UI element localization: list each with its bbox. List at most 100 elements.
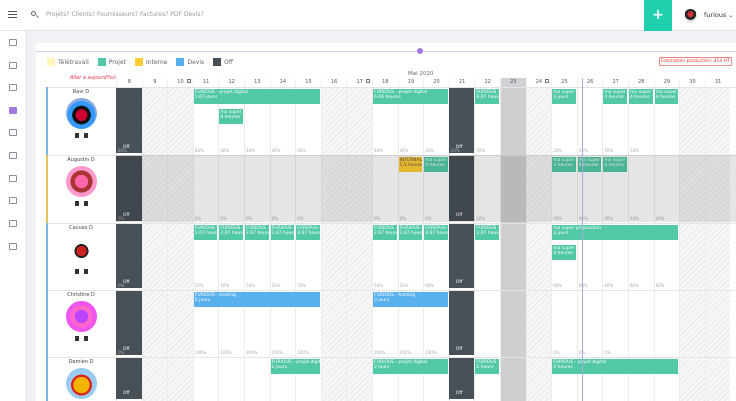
- day-cell[interactable]: [525, 88, 552, 155]
- pin-icon[interactable]: [9, 152, 17, 159]
- off-block[interactable]: Off: [116, 224, 142, 288]
- avatar[interactable]: [66, 368, 97, 399]
- day-cell[interactable]: [320, 88, 347, 155]
- week-icon[interactable]: [186, 79, 191, 83]
- day-cell[interactable]: [500, 358, 526, 401]
- planning-event[interactable]: FURIOUS - projet digital 2 jours: [270, 359, 320, 374]
- planning-event[interactable]: FURIOUS - hosting 5 jours: [193, 292, 320, 307]
- day-cell[interactable]: [704, 358, 731, 401]
- off-block[interactable]: Off: [116, 88, 142, 153]
- planning-event[interactable]: FURIOUS - projet digital 6.66 heures: [373, 89, 448, 104]
- calendar-icon[interactable]: [84, 201, 88, 206]
- day-cell[interactable]: [320, 358, 347, 401]
- week-icon[interactable]: [366, 79, 370, 83]
- planning-icon[interactable]: [9, 107, 17, 114]
- calendar-icon[interactable]: [84, 336, 88, 341]
- day-cell[interactable]: [602, 291, 628, 357]
- day-cell[interactable]: [704, 88, 731, 155]
- day-cell[interactable]: [704, 291, 731, 357]
- planning-event[interactable]: ma super 4 heures: [603, 89, 627, 104]
- day-cell[interactable]: [141, 291, 168, 357]
- user-menu[interactable]: furious: [704, 11, 733, 19]
- document-icon[interactable]: [9, 129, 17, 136]
- day-cell[interactable]: [525, 224, 552, 290]
- off-block[interactable]: Off: [448, 291, 475, 355]
- avatar[interactable]: [66, 301, 97, 332]
- edit-icon[interactable]: [75, 269, 79, 274]
- off-block[interactable]: Off: [116, 358, 142, 399]
- day-cell[interactable]: [218, 358, 244, 401]
- day-cell[interactable]: [244, 358, 270, 401]
- day-cell[interactable]: [628, 291, 654, 357]
- planning-event[interactable]: FURIOUS -2.67 heure: [270, 225, 295, 240]
- collapse-handle[interactable]: [417, 48, 423, 54]
- planning-event[interactable]: ma super 3 jours: [552, 89, 576, 104]
- calendar-icon[interactable]: [84, 133, 88, 138]
- link-icon[interactable]: [9, 243, 17, 250]
- search-input[interactable]: Projets? Clients? Fournisseurs? Factures…: [46, 11, 204, 18]
- off-block[interactable]: Off: [448, 224, 475, 288]
- grid-icon[interactable]: [9, 175, 17, 182]
- day-cell[interactable]: [525, 291, 552, 357]
- planning-event[interactable]: FURIOUS - projet digital 2 jours: [373, 359, 448, 374]
- image-icon[interactable]: [9, 197, 17, 204]
- week-icon[interactable]: [545, 79, 550, 83]
- day-cell[interactable]: [167, 358, 193, 401]
- calendar-icon[interactable]: [84, 269, 88, 274]
- day-cell[interactable]: [320, 291, 347, 357]
- user-avatar[interactable]: [684, 9, 697, 22]
- day-cell[interactable]: [346, 291, 372, 357]
- planning-event[interactable]: ma super 4 heures: [219, 109, 243, 124]
- day-cell[interactable]: [679, 291, 705, 357]
- day-cell[interactable]: [346, 358, 372, 401]
- users-icon[interactable]: [9, 62, 17, 69]
- day-cell[interactable]: [551, 291, 577, 357]
- day-cell[interactable]: [500, 291, 526, 357]
- planning-event[interactable]: FURIOUS -2.67 heure: [296, 225, 320, 240]
- planning-event[interactable]: FURIOUS -6.67 heure: [475, 89, 499, 104]
- day-cell[interactable]: [320, 224, 347, 290]
- day-cell[interactable]: [525, 358, 552, 401]
- off-block[interactable]: Off: [116, 291, 142, 355]
- day-cell[interactable]: [474, 291, 500, 357]
- avatar[interactable]: [66, 98, 97, 129]
- day-cell[interactable]: [500, 224, 526, 290]
- day-cell[interactable]: [141, 88, 168, 155]
- planning-event[interactable]: FURIOUS -2.67 heure: [245, 225, 269, 240]
- today-link[interactable]: Aller à aujourd'hui: [70, 75, 116, 81]
- edit-icon[interactable]: [75, 133, 79, 138]
- planning-event[interactable]: FURIOUS - projet digital 2 heures: [552, 359, 679, 374]
- edit-icon[interactable]: [75, 336, 79, 341]
- menu-icon[interactable]: [8, 11, 17, 18]
- planning-event[interactable]: ma super 4 heures: [552, 245, 576, 260]
- planning-event[interactable]: FURIOUS - hosting 3 jours: [373, 292, 448, 307]
- add-button[interactable]: +: [644, 0, 672, 31]
- day-cell[interactable]: [576, 291, 603, 357]
- day-cell[interactable]: [704, 224, 731, 290]
- day-cell[interactable]: [500, 88, 526, 155]
- avatar[interactable]: [66, 234, 97, 265]
- day-cell[interactable]: [167, 291, 193, 357]
- day-cell[interactable]: [679, 358, 705, 401]
- planning-event[interactable]: ma super 4 heures: [654, 89, 679, 104]
- day-cell[interactable]: [679, 224, 705, 290]
- day-cell[interactable]: [141, 358, 168, 401]
- avatar[interactable]: [66, 166, 97, 197]
- planning-event[interactable]: FURIOUS -2.67 heure: [193, 225, 218, 240]
- planning-event[interactable]: FURIOUS -2.67 heure: [373, 225, 397, 240]
- day-cell[interactable]: [192, 358, 219, 401]
- day-cell[interactable]: [346, 88, 372, 155]
- planning-event[interactable]: FURIOUS -2.67 heure: [398, 225, 423, 240]
- planning-event[interactable]: FURIOUS -2.67 heure: [475, 225, 499, 240]
- planning-event[interactable]: ma super proposition 2 jours: [552, 225, 679, 240]
- chart-icon[interactable]: [9, 39, 17, 46]
- day-cell[interactable]: [167, 88, 193, 155]
- cart-icon[interactable]: [9, 84, 17, 91]
- planning-event[interactable]: FURIOUS -2.67 heure: [219, 225, 243, 240]
- settings-icon[interactable]: [9, 220, 17, 227]
- planning-event[interactable]: FURIOUS -2 heure: [475, 359, 499, 374]
- day-cell[interactable]: [679, 88, 705, 155]
- edit-icon[interactable]: [75, 201, 79, 206]
- day-cell[interactable]: [653, 291, 680, 357]
- off-block[interactable]: Off: [448, 88, 475, 153]
